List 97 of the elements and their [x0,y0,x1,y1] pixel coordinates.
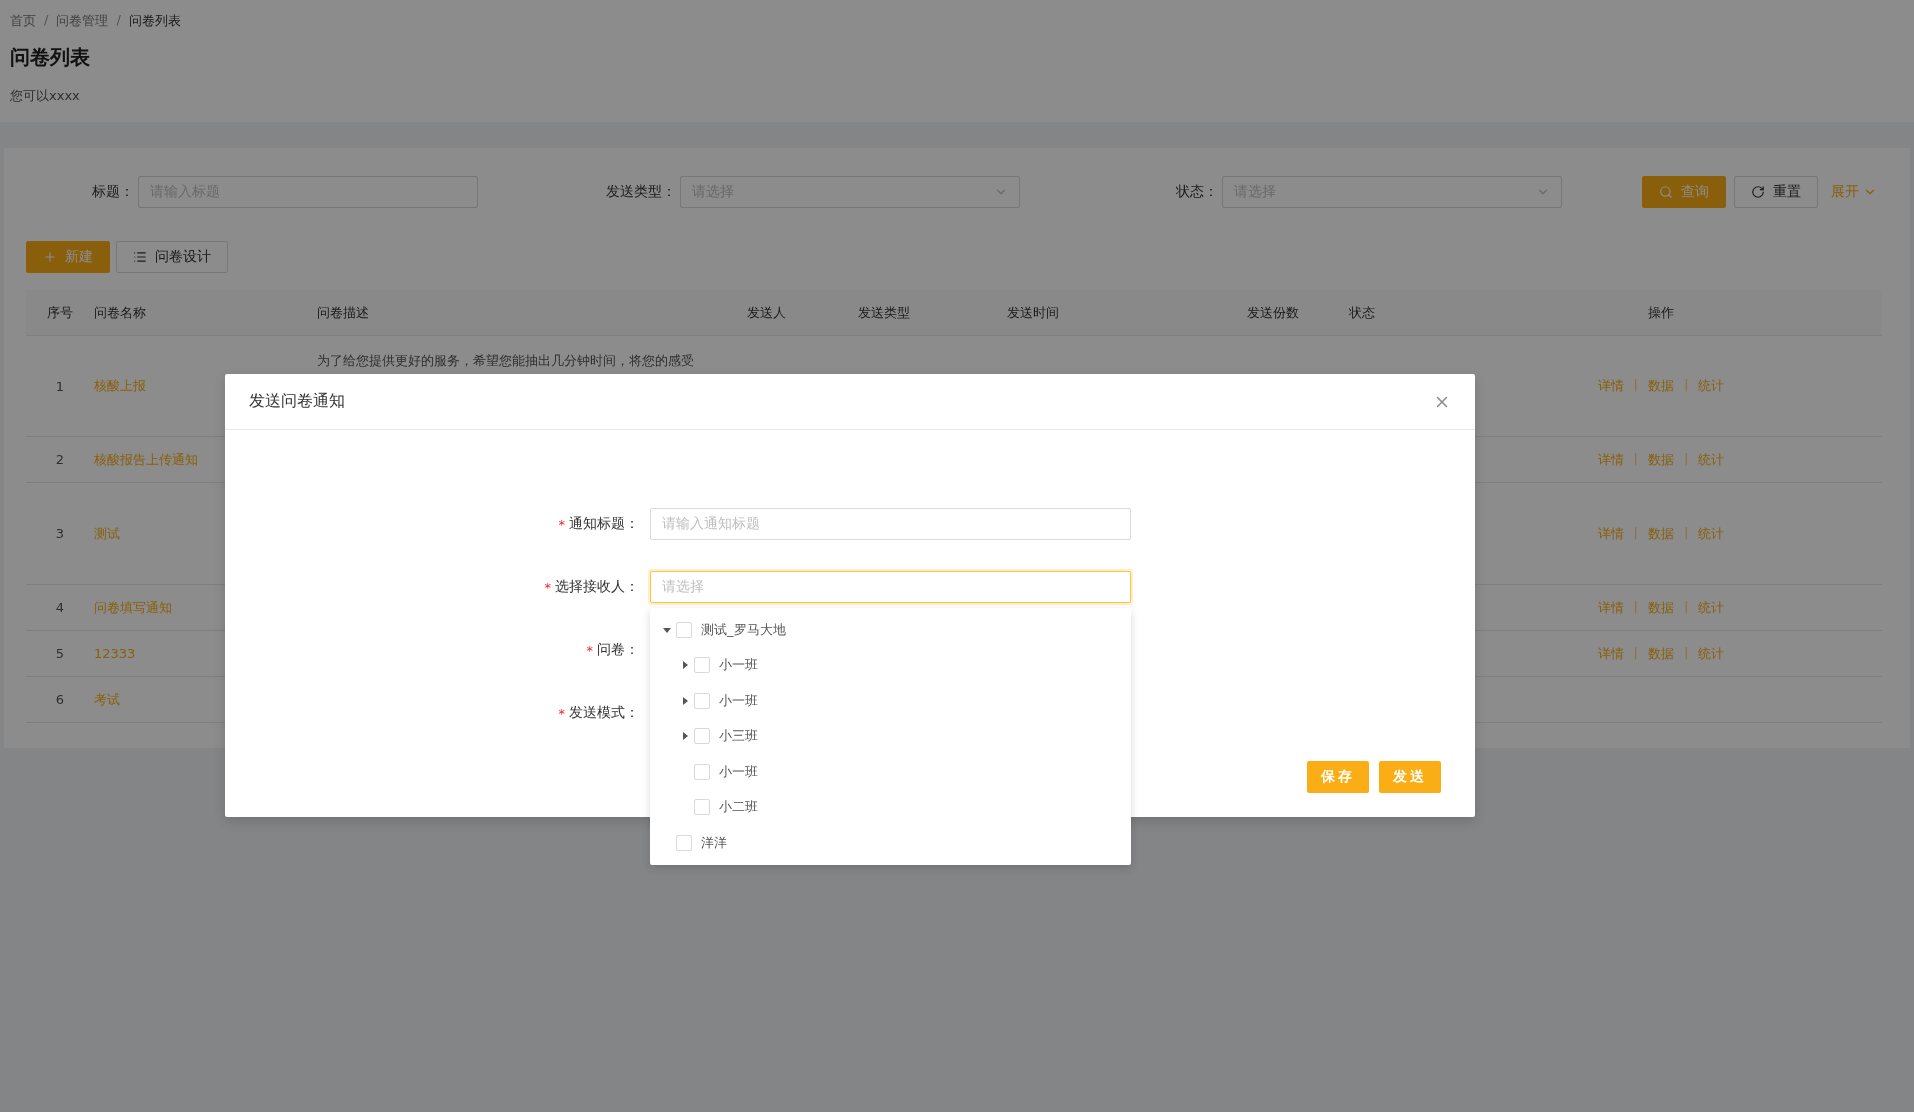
action-link[interactable]: 详情 [1597,598,1624,617]
action-link[interactable]: 数据 [1648,450,1674,469]
send-button[interactable]: 发送 [1379,761,1441,793]
breadcrumb-item[interactable]: 问卷列表 [128,12,181,30]
refresh-icon [1751,185,1765,199]
new-button[interactable]: 新建 [26,241,110,273]
survey-name-link[interactable]: 考试 [94,690,120,709]
table-cell: 2 [55,452,65,467]
modal-title: 发送问卷通知 [249,391,345,412]
column-header: 发送人 [747,303,787,322]
action-link[interactable]: 统计 [1698,644,1725,663]
table-cell: 1 [55,378,65,394]
caret-icon[interactable] [663,625,671,634]
select-field[interactable]: 请选择 [650,571,1131,603]
action-separator: | [1633,450,1638,468]
breadcrumb-item[interactable]: 问卷管理 [56,12,109,30]
required-mark: * [586,642,593,658]
survey-name-link[interactable]: 核酸上报 [94,377,146,395]
action-separator: | [1633,524,1638,542]
checkbox[interactable] [694,799,710,816]
checkbox[interactable] [694,728,710,745]
breadcrumb-separator: / [116,12,121,29]
tree-node-label[interactable]: 测试_罗马大地 [701,620,786,639]
action-separator: | [1684,450,1689,468]
action-separator: | [1633,377,1638,394]
action-separator: | [1684,598,1689,616]
page-subtitle: 您可以xxxx [10,87,81,105]
action-separator: | [1684,644,1689,662]
page-title: 问卷列表 [10,44,91,71]
table-cell: 4 [55,600,65,615]
column-header: 发送类型 [858,303,911,322]
form-label: 问卷： [597,641,639,659]
action-link[interactable]: 数据 [1648,598,1674,617]
breadcrumb-separator: / [44,12,49,29]
tree-node-label[interactable]: 小一班 [719,762,758,781]
tree-node-label[interactable]: 小三班 [719,727,758,746]
tree-node-label[interactable]: 洋洋 [701,833,727,852]
table-cell: 3 [55,526,65,541]
form-label: 选择接收人： [555,578,639,596]
action-link[interactable]: 详情 [1597,377,1624,395]
design-button[interactable]: 问卷设计 [116,241,228,273]
filter-label: 发送类型： [606,183,676,201]
action-separator: | [1684,377,1689,394]
tree-node-label[interactable]: 小一班 [719,656,758,675]
survey-name-link[interactable]: 12333 [94,646,136,661]
required-mark: * [558,516,565,532]
reset-button[interactable]: 重置 [1734,176,1818,208]
action-link[interactable]: 数据 [1648,524,1674,543]
column-header: 问卷名称 [94,303,147,322]
input-field[interactable]: 请输入通知标题 [650,508,1131,540]
checkbox[interactable] [694,657,710,674]
plus-icon [43,250,57,264]
column-header: 序号 [46,303,74,322]
checkbox[interactable] [676,834,692,851]
save-button[interactable]: 保存 [1307,761,1369,793]
search-icon [1659,185,1673,199]
checkbox[interactable] [694,692,710,709]
action-link[interactable]: 统计 [1698,450,1725,469]
column-header: 发送份数 [1247,303,1300,322]
survey-name-link[interactable]: 测试 [94,524,120,543]
action-link[interactable]: 统计 [1698,598,1725,617]
column-header: 状态 [1349,303,1376,322]
column-header: 问卷描述 [317,303,370,322]
action-link[interactable]: 详情 [1597,524,1624,543]
action-separator: | [1684,524,1689,542]
action-link[interactable]: 数据 [1648,644,1674,663]
form-label: 通知标题： [569,515,639,533]
required-mark: * [558,705,565,721]
form-label: 发送模式： [569,704,639,722]
caret-icon[interactable] [681,661,689,670]
column-header: 发送时间 [1007,303,1060,322]
caret-icon[interactable] [681,732,689,741]
action-link[interactable]: 数据 [1648,377,1674,395]
action-separator: | [1633,598,1638,616]
list-icon [133,250,147,264]
column-header: 操作 [1647,303,1675,322]
action-link[interactable]: 详情 [1597,644,1624,663]
tree-node-label[interactable]: 小一班 [719,691,758,710]
query-button[interactable]: 查询 [1642,176,1726,208]
survey-name-link[interactable]: 问卷填写通知 [94,598,172,617]
checkbox[interactable] [694,763,710,780]
checkbox[interactable] [676,621,692,638]
action-link[interactable]: 详情 [1597,450,1624,469]
required-mark: * [544,579,551,595]
expand-link[interactable]: 展开 [1826,176,1882,208]
table-cell-text: 为了给您提供更好的服务，希望您能抽出几分钟时间，将您的感受 [317,352,694,370]
filter-label: 标题： [92,183,134,201]
action-link[interactable]: 统计 [1698,377,1725,395]
breadcrumb-item[interactable]: 首页 [10,12,36,30]
table-cell: 5 [55,646,65,661]
action-separator: | [1633,644,1638,662]
filter-label: 状态： [1176,183,1218,201]
survey-name-link[interactable]: 核酸报告上传通知 [94,450,198,469]
action-link[interactable]: 统计 [1698,524,1725,543]
table-cell: 6 [55,692,65,707]
tree-node-label[interactable]: 小二班 [719,798,758,817]
caret-icon[interactable] [681,696,689,705]
